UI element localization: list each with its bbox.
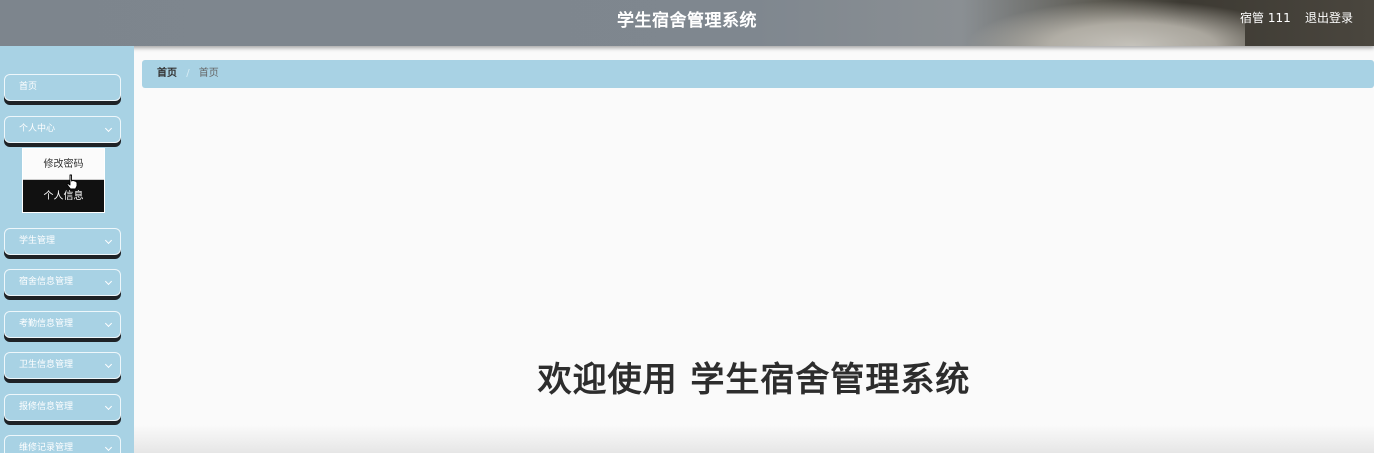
breadcrumb-separator: / [186,68,190,79]
bottom-shadow [134,425,1374,453]
personal-center-submenu: 修改密码 个人信息 [22,148,105,213]
chevron-down-icon [104,277,113,286]
chevron-down-icon [104,402,113,411]
sidebar-item-label: 维修记录管理 [19,443,74,453]
sidebar-item-label: 报修信息管理 [19,402,74,412]
submenu-item-personal-info[interactable]: 个人信息 [23,181,104,212]
app-title: 学生宿舍管理系统 [617,11,757,31]
welcome-heading: 欢迎使用 学生宿舍管理系统 [537,360,971,400]
sidebar-item-label: 考勤信息管理 [19,319,74,329]
sidebar-item-label: 卫生信息管理 [19,360,74,370]
sidebar-item-label: 首页 [19,82,38,92]
sidebar-item-student-management[interactable]: 学生管理 [4,228,121,255]
sidebar-item-repair-request[interactable]: 报修信息管理 [4,394,121,421]
sidebar-item-hygiene[interactable]: 卫生信息管理 [4,352,121,379]
current-user: 宿管 111 [1240,11,1291,25]
sidebar-item-personal-center[interactable]: 个人中心 [4,116,121,143]
sidebar-item-label: 宿舍信息管理 [19,277,74,287]
chevron-down-icon [104,124,113,133]
chevron-down-icon [104,319,113,328]
sidebar-item-home[interactable]: 首页 [4,74,121,101]
breadcrumb: 首页 / 首页 [142,60,1374,88]
chevron-down-icon [104,236,113,245]
sidebar-item-maintenance-record[interactable]: 维修记录管理 [4,435,121,453]
submenu-item-change-password[interactable]: 修改密码 [23,149,104,180]
sidebar-item-label: 学生管理 [19,236,56,246]
hand-cursor-icon [66,174,78,190]
sidebar-item-dorm-info[interactable]: 宿舍信息管理 [4,269,121,296]
chevron-down-icon [104,443,113,452]
sidebar-item-attendance[interactable]: 考勤信息管理 [4,311,121,338]
top-header: 学生宿舍管理系统 宿管 111 退出登录 [0,0,1374,46]
logout-link[interactable]: 退出登录 [1305,9,1353,26]
breadcrumb-home-link[interactable]: 首页 [157,68,177,79]
breadcrumb-current: 首页 [198,68,219,79]
chevron-down-icon [104,360,113,369]
sidebar-item-label: 个人中心 [19,124,56,134]
